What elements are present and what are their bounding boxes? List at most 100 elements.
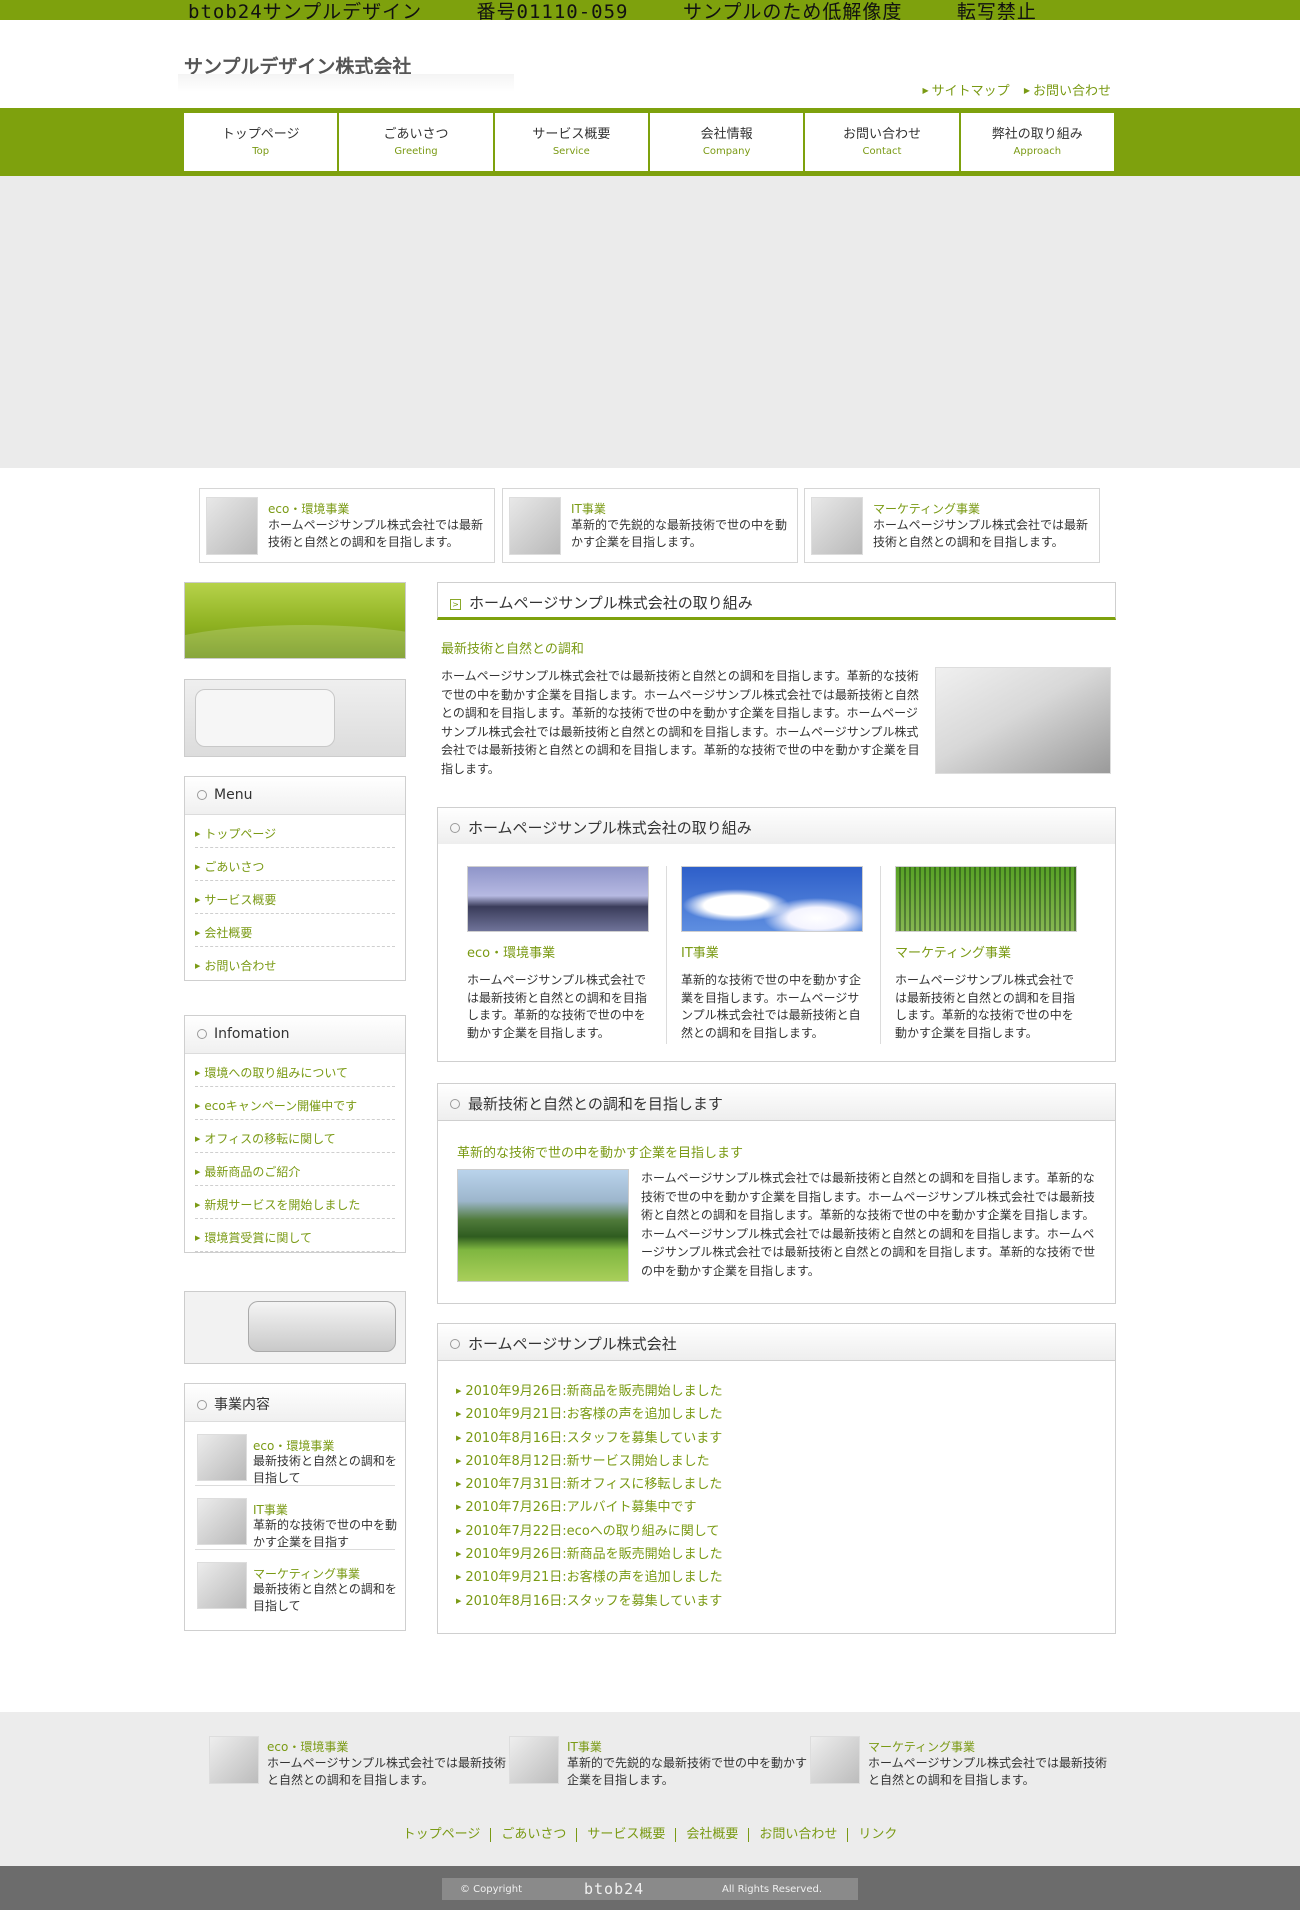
business-item[interactable]: IT事業 革新的な技術で世の中を動かす企業を目指す: [195, 1486, 397, 1550]
nav-company[interactable]: 会社情報 Company: [649, 113, 806, 171]
feature-title: IT事業: [571, 502, 606, 516]
sitemap-link[interactable]: ▶ サイトマップ: [923, 84, 1010, 99]
business-columns: eco・環境事業 ホームページサンプル株式会社では最新技術と自然との調和を目指し…: [437, 844, 1116, 1062]
business-thumbnail: [197, 1498, 247, 1545]
info-item[interactable]: ▶ 環境賞受賞に関して: [195, 1219, 395, 1252]
business-column-it[interactable]: IT事業 革新的な技術で世の中を動かす企業を目指します。ホームページサンプル株式…: [681, 866, 863, 1042]
arrow-right-icon: ▶: [456, 1456, 462, 1465]
arrow-right-icon: ▶: [195, 1168, 201, 1176]
info-item-label: 環境への取り組みについて: [204, 1066, 349, 1080]
news-item[interactable]: ▶ 2010年9月26日:新商品を販売開始しました: [456, 1380, 723, 1403]
copyright-strip: © Copyright btob24 All Rights Reserved.: [442, 1878, 858, 1900]
news-item-label: 2010年8月16日:スタッフを募集しています: [465, 1430, 723, 1446]
section-heading-text: ホームページサンプル株式会社の取り組み: [468, 819, 752, 837]
feature-desc: 革新的で先鋭的な最新技術で世の中を動かす企業を目指します。: [571, 518, 788, 549]
arrow-right-icon: ▶: [195, 929, 201, 937]
sidebar-item-company[interactable]: ▶ 会社概要: [195, 914, 395, 947]
arrow-right-icon: ▶: [456, 1550, 462, 1559]
info-item[interactable]: ▶ 環境への取り組みについて: [195, 1054, 395, 1087]
nav-service[interactable]: サービス概要 Service: [494, 113, 650, 171]
footer-feature-title: マーケティング事業: [868, 1740, 976, 1754]
feature-it[interactable]: IT事業 革新的で先鋭的な最新技術で世の中を動かす企業を目指します。: [502, 488, 798, 563]
footer-feature-marketing[interactable]: マーケティング事業 ホームページサンプル株式会社では最新技術と自然との調和を目指…: [810, 1736, 1110, 1796]
footer-link[interactable]: 会社概要: [676, 1828, 750, 1842]
news-item-label: 2010年8月16日:スタッフを募集しています: [465, 1593, 723, 1609]
info-item[interactable]: ▶ オフィスの移転に関して: [195, 1120, 395, 1153]
logo-shadow: [178, 74, 514, 92]
nav-approach[interactable]: 弊社の取り組み Approach: [960, 113, 1114, 171]
watermark-item: btob24サンプルデザイン: [188, 1, 423, 23]
sidebar-item-service[interactable]: ▶ サービス概要: [195, 881, 395, 914]
nav-label: 会社情報: [700, 127, 753, 142]
watermark-item: 番号01110-059: [476, 1, 629, 23]
business-item-title: マーケティング事業: [253, 1567, 361, 1581]
sidebar-item-top[interactable]: ▶ トップページ: [195, 815, 395, 848]
news-item[interactable]: ▶ 2010年9月26日:新商品を販売開始しました: [456, 1543, 723, 1566]
nav-sublabel: Greeting: [394, 146, 438, 157]
sidebar-item-label: トップページ: [204, 827, 277, 841]
info-item[interactable]: ▶ 新規サービスを開始しました: [195, 1186, 395, 1219]
sidebar-item-greeting[interactable]: ▶ ごあいさつ: [195, 848, 395, 881]
news-item[interactable]: ▶ 2010年9月21日:お客様の声を追加しました: [456, 1403, 723, 1426]
footer-link[interactable]: トップページ: [393, 1828, 492, 1842]
info-item-label: 環境賞受賞に関して: [204, 1231, 313, 1245]
news-item[interactable]: ▶ 2010年7月26日:アルバイト募集中です: [456, 1496, 723, 1519]
arrow-right-icon: ▶: [456, 1573, 462, 1582]
news-item[interactable]: ▶ 2010年8月12日:新サービス開始しました: [456, 1450, 723, 1473]
business-item-title: IT事業: [253, 1503, 288, 1517]
arrow-right-icon: ▶: [195, 1069, 201, 1077]
info-item-label: オフィスの移転に関して: [204, 1132, 336, 1146]
arrow-right-icon: ▶: [195, 1201, 201, 1209]
sidebar-item-contact[interactable]: ▶ お問い合わせ: [195, 947, 395, 980]
nav-greeting[interactable]: ごあいさつ Greeting: [339, 113, 495, 171]
nav-sublabel: Approach: [1013, 146, 1062, 157]
footer-link[interactable]: サービス概要: [577, 1828, 677, 1842]
section-subheading: 革新的な技術で世の中を動かす企業を目指します: [457, 1146, 744, 1161]
nav-top[interactable]: トップページ Top: [184, 113, 340, 171]
business-column-eco[interactable]: eco・環境事業 ホームページサンプル株式会社では最新技術と自然との調和を目指し…: [467, 866, 649, 1042]
arrow-right-icon: ▶: [195, 863, 201, 871]
news-item-label: 2010年8月12日:新サービス開始しました: [465, 1453, 710, 1469]
sidebar-banner[interactable]: [184, 582, 406, 659]
news-item[interactable]: ▶ 2010年8月16日:スタッフを募集しています: [456, 1427, 723, 1450]
news-item[interactable]: ▶ 2010年7月22日:ecoへの取り組みに関して: [456, 1520, 723, 1543]
copyright-rights: All Rights Reserved.: [722, 1884, 823, 1895]
footer-feature-eco[interactable]: eco・環境事業 ホームページサンプル株式会社では最新技術と自然との調和を目指し…: [209, 1736, 509, 1796]
business-column-marketing[interactable]: マーケティング事業 ホームページサンプル株式会社では最新技術と自然との調和を目指…: [895, 866, 1077, 1042]
section-heading: ホームページサンプル株式会社: [437, 1323, 1116, 1361]
news-item-label: 2010年9月21日:お客様の声を追加しました: [465, 1570, 723, 1586]
feature-eco[interactable]: eco・環境事業 ホームページサンプル株式会社では最新技術と自然との調和を目指し…: [199, 488, 495, 563]
feature-desc: ホームページサンプル株式会社では最新技術と自然との調和を目指します。: [873, 518, 1089, 549]
building-leaf-photo: [895, 866, 1077, 932]
arrow-right-icon: ▶: [922, 86, 929, 95]
info-item[interactable]: ▶ 最新商品のご紹介: [195, 1153, 395, 1186]
global-nav: トップページ Top ごあいさつ Greeting サービス概要 Service 会社…: [184, 113, 1114, 171]
sidebar-banner-button[interactable]: [248, 1301, 396, 1352]
section-heading-text: ホームページサンプル株式会社: [468, 1335, 677, 1353]
info-panel: Infomation ▶ 環境への取り組みについて ▶ ecoキャンペーン開催中です…: [184, 1015, 406, 1253]
footer-link[interactable]: お問い合わせ: [749, 1828, 849, 1842]
search-input[interactable]: [195, 689, 335, 747]
footer-feature-it[interactable]: IT事業 革新的で先鋭的な最新技術で世の中を動かす企業を目指します。: [509, 1736, 809, 1796]
sidebar-button-box: [184, 1291, 406, 1364]
park-photo: [457, 1169, 629, 1282]
news-item[interactable]: ▶ 2010年7月31日:新オフィスに移転しました: [456, 1473, 723, 1496]
feature-marketing[interactable]: マーケティング事業 ホームページサンプル株式会社では最新技術と自然との調和を目指…: [804, 488, 1100, 563]
section-heading-text: ホームページサンプル株式会社の取り組み: [469, 594, 753, 612]
contact-link[interactable]: ▶ お問い合わせ: [1024, 84, 1111, 99]
footer-link[interactable]: リンク: [848, 1828, 907, 1842]
nav-sublabel: Service: [552, 146, 590, 157]
footer-link[interactable]: ごあいさつ: [491, 1828, 578, 1842]
copyright-brand: btob24: [584, 1880, 645, 1898]
info-item[interactable]: ▶ ecoキャンペーン開催中です: [195, 1087, 395, 1120]
arrow-right-icon: ▶: [456, 1480, 462, 1489]
news-item[interactable]: ▶ 2010年8月16日:スタッフを募集しています: [456, 1590, 723, 1613]
circle-icon: [197, 1400, 207, 1410]
news-item[interactable]: ▶ 2010年9月21日:お客様の声を追加しました: [456, 1566, 723, 1589]
business-item[interactable]: eco・環境事業 最新技術と自然との調和を目指して: [195, 1422, 397, 1486]
sidebar-item-label: ごあいさつ: [204, 860, 265, 874]
nav-contact[interactable]: お問い合わせ Contact: [805, 113, 961, 171]
business-item[interactable]: マーケティング事業 最新技術と自然との調和を目指して: [195, 1550, 397, 1614]
sidebar-item-label: 会社概要: [204, 926, 253, 940]
column-title: eco・環境事業: [467, 946, 556, 961]
